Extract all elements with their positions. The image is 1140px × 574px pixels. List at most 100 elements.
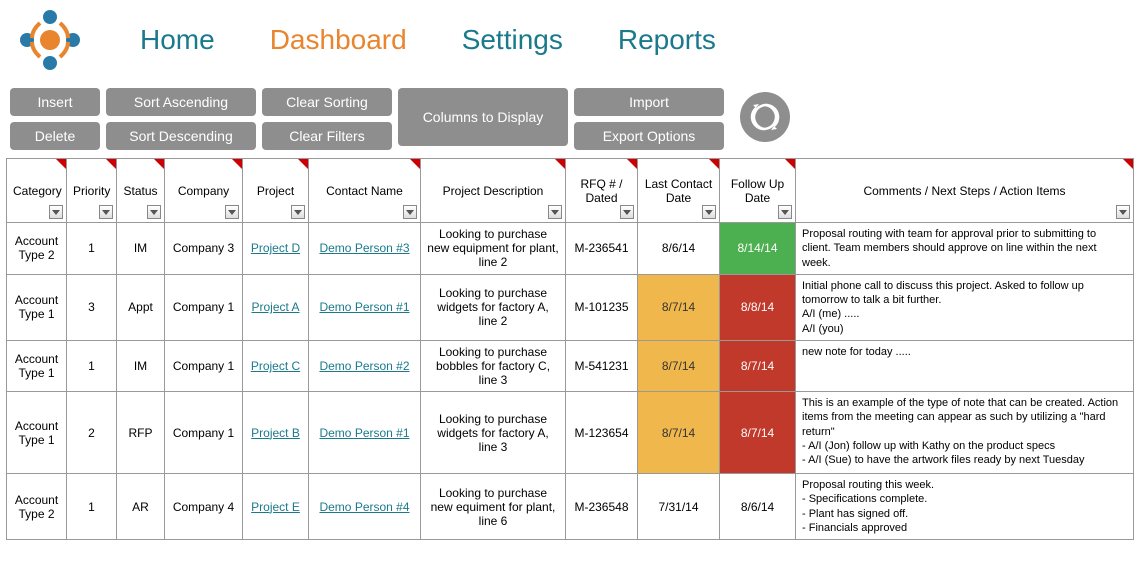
col-header-category[interactable]: Category <box>7 159 67 223</box>
filter-arrow-icon[interactable] <box>403 205 417 219</box>
toolbar: Insert Delete Sort Ascending Sort Descen… <box>0 80 1140 158</box>
cell: M-236548 <box>566 474 638 540</box>
cell: Looking to purchase bobbles for factory … <box>421 341 566 392</box>
cell-comments: new note for today ..... <box>796 341 1134 392</box>
cell: Account Type 1 <box>7 341 67 392</box>
cell: Looking to purchase new equipment for pl… <box>421 223 566 275</box>
link[interactable]: Project E <box>251 500 300 514</box>
link[interactable]: Demo Person #1 <box>319 426 409 440</box>
cell: Demo Person #3 <box>309 223 421 275</box>
cell: Looking to purchase new equiment for pla… <box>421 474 566 540</box>
filter-arrow-icon[interactable] <box>778 205 792 219</box>
refresh-icon[interactable] <box>740 92 790 142</box>
filter-arrow-icon[interactable] <box>49 205 63 219</box>
cell: Looking to purchase widgets for factory … <box>421 274 566 340</box>
sort-desc-button[interactable]: Sort Descending <box>106 122 256 150</box>
nav-settings[interactable]: Settings <box>462 24 563 56</box>
col-header-project[interactable]: Project <box>243 159 309 223</box>
data-table-wrap: Category Priority Status Company Project… <box>0 158 1140 540</box>
filter-arrow-icon[interactable] <box>291 205 305 219</box>
cell: 8/14/14 <box>720 223 796 275</box>
cell: AR <box>117 474 165 540</box>
export-button[interactable]: Export Options <box>574 122 724 150</box>
columns-display-button[interactable]: Columns to Display <box>398 88 568 146</box>
col-header-description[interactable]: Project Description <box>421 159 566 223</box>
cell: Project A <box>243 274 309 340</box>
cell-comments: Proposal routing this week. - Specificat… <box>796 474 1134 540</box>
cell: 1 <box>67 341 117 392</box>
cell: 8/7/14 <box>638 274 720 340</box>
link[interactable]: Demo Person #1 <box>319 300 409 314</box>
filter-arrow-icon[interactable] <box>548 205 562 219</box>
cell: 8/7/14 <box>638 392 720 474</box>
filter-arrow-icon[interactable] <box>225 205 239 219</box>
col-header-last-contact[interactable]: Last Contact Date <box>638 159 720 223</box>
link[interactable]: Project D <box>251 241 300 255</box>
cell: Company 3 <box>165 223 243 275</box>
table-row[interactable]: Account Type 12RFPCompany 1Project BDemo… <box>7 392 1134 474</box>
cell: Appt <box>117 274 165 340</box>
link[interactable]: Demo Person #2 <box>319 359 409 373</box>
cell: M-101235 <box>566 274 638 340</box>
cell: 8/7/14 <box>720 341 796 392</box>
cell: Account Type 2 <box>7 223 67 275</box>
link[interactable]: Demo Person #3 <box>319 241 409 255</box>
sort-asc-button[interactable]: Sort Ascending <box>106 88 256 116</box>
cell: 8/8/14 <box>720 274 796 340</box>
table-row[interactable]: Account Type 21IMCompany 3Project DDemo … <box>7 223 1134 275</box>
nav-dashboard[interactable]: Dashboard <box>270 24 407 56</box>
link[interactable]: Project A <box>251 300 299 314</box>
import-button[interactable]: Import <box>574 88 724 116</box>
table-row[interactable]: Account Type 13ApptCompany 1Project ADem… <box>7 274 1134 340</box>
cell: Company 1 <box>165 341 243 392</box>
nav-home[interactable]: Home <box>140 24 215 56</box>
nav: Home Dashboard Settings Reports <box>140 24 716 56</box>
cell: Account Type 1 <box>7 392 67 474</box>
filter-arrow-icon[interactable] <box>1116 205 1130 219</box>
col-header-rfq[interactable]: RFQ # / Dated <box>566 159 638 223</box>
link[interactable]: Project B <box>251 426 300 440</box>
cell: IM <box>117 223 165 275</box>
delete-button[interactable]: Delete <box>10 122 100 150</box>
col-header-comments[interactable]: Comments / Next Steps / Action Items <box>796 159 1134 223</box>
cell: M-123654 <box>566 392 638 474</box>
table-header-row: Category Priority Status Company Project… <box>7 159 1134 223</box>
link[interactable]: Demo Person #4 <box>319 500 409 514</box>
filter-arrow-icon[interactable] <box>620 205 634 219</box>
cell: Account Type 1 <box>7 274 67 340</box>
col-header-priority[interactable]: Priority <box>67 159 117 223</box>
cell: 8/7/14 <box>720 392 796 474</box>
col-header-contact[interactable]: Contact Name <box>309 159 421 223</box>
cell: Company 1 <box>165 392 243 474</box>
data-table: Category Priority Status Company Project… <box>6 158 1134 540</box>
cell-comments: Initial phone call to discuss this proje… <box>796 274 1134 340</box>
cell: Looking to purchase widgets for factory … <box>421 392 566 474</box>
insert-button[interactable]: Insert <box>10 88 100 116</box>
cell: Demo Person #2 <box>309 341 421 392</box>
table-row[interactable]: Account Type 21ARCompany 4Project EDemo … <box>7 474 1134 540</box>
nav-reports[interactable]: Reports <box>618 24 716 56</box>
cell: 8/7/14 <box>638 341 720 392</box>
clear-sorting-button[interactable]: Clear Sorting <box>262 88 392 116</box>
col-header-status[interactable]: Status <box>117 159 165 223</box>
cell: Project B <box>243 392 309 474</box>
cell: 1 <box>67 474 117 540</box>
col-header-company[interactable]: Company <box>165 159 243 223</box>
cell: 8/6/14 <box>638 223 720 275</box>
cell: 7/31/14 <box>638 474 720 540</box>
cell-comments: This is an example of the type of note t… <box>796 392 1134 474</box>
cell: M-236541 <box>566 223 638 275</box>
table-row[interactable]: Account Type 11IMCompany 1 Project C Demo … <box>7 341 1134 392</box>
filter-arrow-icon[interactable] <box>147 205 161 219</box>
filter-arrow-icon[interactable] <box>99 205 113 219</box>
cell: Company 1 <box>165 274 243 340</box>
cell: Project D <box>243 223 309 275</box>
cell: Account Type 2 <box>7 474 67 540</box>
col-header-follow-up[interactable]: Follow Up Date <box>720 159 796 223</box>
link[interactable]: Project C <box>251 359 300 373</box>
cell: IM <box>117 341 165 392</box>
cell: RFP <box>117 392 165 474</box>
cell-comments: Proposal routing with team for approval … <box>796 223 1134 275</box>
clear-filters-button[interactable]: Clear Filters <box>262 122 392 150</box>
filter-arrow-icon[interactable] <box>702 205 716 219</box>
